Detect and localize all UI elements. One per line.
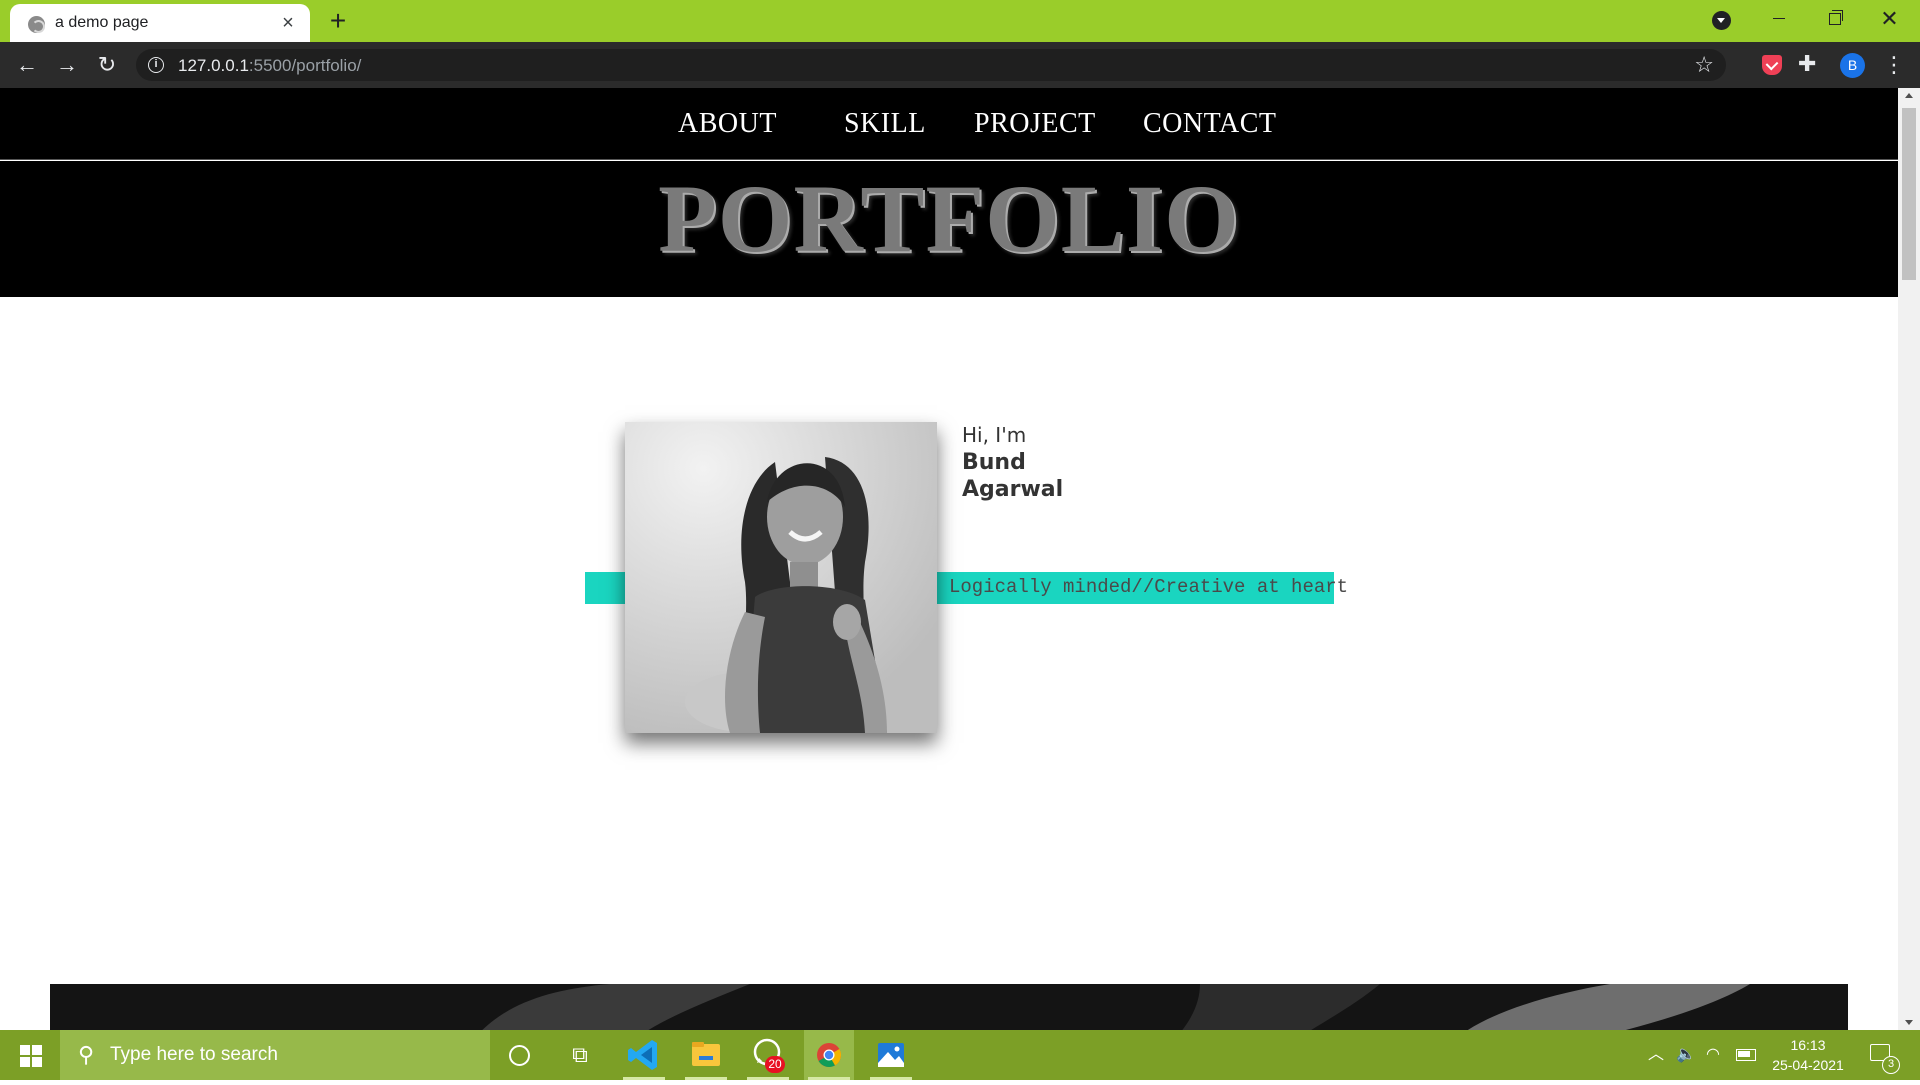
nav-link-skill[interactable]: SKILL [844,108,926,140]
hero-header: PORTFOLIO [0,161,1898,297]
browser-tab[interactable]: a demo page × [10,4,310,42]
scroll-down-icon[interactable] [1905,1020,1913,1025]
cortana-icon[interactable] [494,1030,544,1080]
profile-photo [625,422,937,733]
page-viewport: ABOUT SKILL PROJECT CONTACT PORTFOLIO Lo… [0,88,1920,1030]
forward-arrow-icon[interactable]: → [52,50,82,80]
start-pane [32,1057,42,1067]
search-icon: ⚲ [78,1042,95,1067]
clock-date: 25-04-2021 [1772,1057,1844,1073]
intro-text: Hi, I'm Bund Agarwal [962,422,1063,503]
window-close-button[interactable]: ✕ [1862,0,1917,38]
last-name: Agarwal [962,477,1064,502]
browser-tab-strip: a demo page × + ✕ [0,0,1920,42]
globe-icon [28,16,45,33]
more-menu-icon[interactable]: ⋮ [1883,50,1905,80]
url-path: :5500/portfolio/ [248,56,362,75]
profile-avatar[interactable]: B [1840,53,1865,78]
page-title: PORTFOLIO [658,165,1240,272]
vscode-icon[interactable] [619,1030,669,1080]
wifi-icon[interactable]: ◠ [1706,1030,1720,1080]
notification-center-icon[interactable]: 3 [1866,1040,1900,1074]
start-pane [32,1045,42,1055]
nav-link-contact[interactable]: CONTACT [1143,108,1276,140]
new-tab-button[interactable]: + [323,6,353,36]
clock-time: 16:13 [1790,1037,1826,1053]
file-explorer-icon[interactable] [681,1030,731,1080]
search-placeholder: Type here to search [110,1044,278,1065]
nav-link-project[interactable]: PROJECT [974,108,1096,140]
windows-start-icon[interactable] [0,1030,60,1080]
windows-taskbar: ⚲ Type here to search ⧉ 20 ︿ 🔈 ◠ 16:13 2… [0,1030,1920,1080]
tagline: Logically minded//Creative at heart [949,576,1349,598]
chrome-icon[interactable] [804,1030,854,1080]
notification-count: 3 [1882,1056,1900,1074]
greeting-text: Hi, I'm [962,423,1027,447]
tab-title: a demo page [55,14,149,31]
next-section-banner [50,984,1848,1030]
bookmark-star-icon[interactable]: ☆ [1694,52,1714,78]
site-navbar: ABOUT SKILL PROJECT CONTACT [0,88,1898,160]
tab-close-icon[interactable]: × [276,11,300,35]
volume-icon[interactable]: 🔈 [1676,1030,1696,1080]
taskbar-search[interactable]: ⚲ Type here to search [60,1030,490,1080]
url-host: 127.0.0.1 [178,56,249,75]
task-view-icon[interactable]: ⧉ [555,1030,605,1080]
photos-icon[interactable] [866,1030,916,1080]
pocket-extension-icon[interactable] [1762,55,1782,75]
whatsapp-unread-badge: 20 [765,1056,785,1073]
system-clock[interactable]: 16:13 25-04-2021 [1766,1035,1850,1075]
address-bar[interactable]: i 127.0.0.1:5500/portfolio/ ☆ [136,49,1726,81]
minimize-button[interactable] [1752,0,1807,38]
back-arrow-icon[interactable]: ← [12,50,42,80]
whatsapp-icon[interactable]: 20 [743,1030,793,1080]
profile-dropdown-icon[interactable] [1712,11,1731,30]
scrollbar-thumb[interactable] [1902,108,1916,280]
scroll-up-icon[interactable] [1905,93,1913,98]
url-text[interactable]: 127.0.0.1:5500/portfolio/ [178,56,361,76]
first-name: Bund [962,450,1026,475]
reload-icon[interactable]: ↻ [92,50,122,80]
info-icon[interactable]: i [148,57,164,73]
extensions-puzzle-icon[interactable]: ✚ [1798,51,1816,77]
start-pane [20,1057,30,1067]
tray-chevron-icon[interactable]: ︿ [1648,1030,1664,1080]
restore-button[interactable] [1807,0,1862,38]
browser-toolbar: ← → ↻ i 127.0.0.1:5500/portfolio/ ☆ ✚ B … [0,42,1920,88]
nav-link-about[interactable]: ABOUT [678,108,777,140]
page-scrollbar[interactable] [1898,88,1920,1030]
start-pane [20,1045,30,1055]
